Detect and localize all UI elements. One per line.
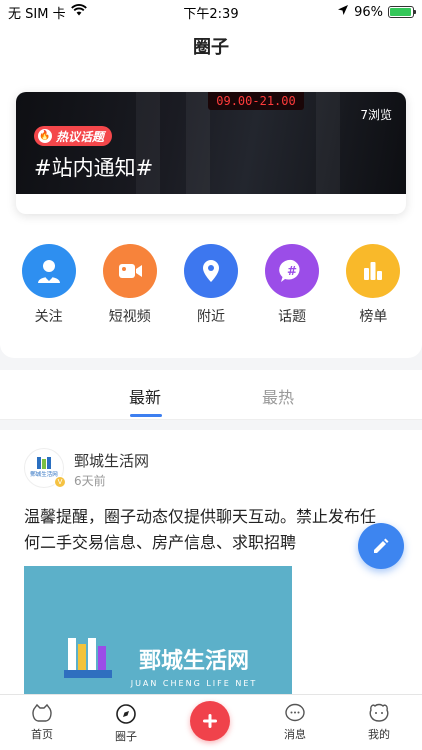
location-arrow-icon bbox=[337, 4, 349, 20]
quick-link-label: 附近 bbox=[196, 309, 225, 325]
quick-link-short-video[interactable]: 短视频 bbox=[98, 244, 162, 326]
post-time: 6天前 bbox=[74, 474, 106, 488]
bottom-nav: 首页 圈子 消息 我的 bbox=[0, 694, 422, 750]
quick-link-label: 短视频 bbox=[108, 309, 151, 325]
quick-link-topics[interactable]: # 话题 bbox=[260, 244, 324, 326]
battery-percent: 96% bbox=[354, 4, 383, 20]
post-image-subtitle: JUAN CHENG LIFE NET bbox=[130, 679, 258, 688]
nav-label: 消息 bbox=[284, 728, 306, 741]
nav-circle[interactable]: 圈子 bbox=[101, 703, 151, 744]
nav-label: 我的 bbox=[368, 728, 390, 741]
hot-topic-tag: 🔥 热议话题 bbox=[34, 126, 113, 146]
post-content: 温馨提醒，圈子动态仅提供聊天互动。禁止发布任何二手交易信息、房产信息、求职招聘 bbox=[24, 507, 377, 552]
tab-latest[interactable]: 最新 bbox=[129, 384, 161, 408]
home-face-icon bbox=[32, 703, 52, 722]
banner-topic: #站内通知# bbox=[34, 156, 154, 180]
post-image[interactable]: 鄄城生活网 JUAN CHENG LIFE NET bbox=[24, 566, 292, 694]
svg-text:#: # bbox=[287, 264, 297, 278]
quick-link-label: 榜单 bbox=[359, 309, 388, 325]
banner-image: 09.00-21.00 7浏览 🔥 热议话题 #站内通知# bbox=[16, 92, 406, 194]
banner-views: 7浏览 bbox=[360, 108, 392, 122]
tab-hot[interactable]: 最热 bbox=[262, 384, 294, 408]
verified-badge-icon: V bbox=[54, 476, 66, 488]
chat-bubble-icon bbox=[285, 703, 305, 722]
feed-tabs: 最新 最热 bbox=[0, 370, 422, 420]
quick-link-nearby[interactable]: 附近 bbox=[179, 244, 243, 326]
publish-button[interactable] bbox=[190, 701, 230, 741]
nav-home[interactable]: 首页 bbox=[17, 703, 67, 742]
post-author[interactable]: 鄄城生活网 bbox=[74, 450, 149, 471]
plus-icon bbox=[203, 714, 217, 728]
user-heart-icon bbox=[21, 244, 76, 298]
video-icon bbox=[102, 244, 157, 298]
avatar-logo-text: 鄄城生活网 bbox=[30, 470, 58, 478]
hot-topic-label: 热议话题 bbox=[56, 129, 105, 144]
post-image-title: 鄄城生活网 bbox=[139, 648, 249, 674]
location-pin-icon bbox=[183, 244, 238, 298]
compass-icon bbox=[116, 704, 136, 724]
pencil-icon bbox=[374, 538, 389, 553]
nav-messages[interactable]: 消息 bbox=[270, 703, 320, 742]
battery-icon bbox=[388, 6, 416, 18]
profile-face-icon bbox=[369, 703, 389, 722]
nav-label: 首页 bbox=[31, 728, 53, 741]
topic-banner[interactable]: 09.00-21.00 7浏览 🔥 热议话题 #站内通知# bbox=[16, 92, 406, 214]
hashtag-bubble-icon: # bbox=[265, 244, 320, 298]
bar-chart-icon bbox=[346, 244, 401, 298]
fire-icon: 🔥 bbox=[38, 129, 52, 143]
nav-label: 圈子 bbox=[115, 730, 137, 743]
wifi-icon bbox=[70, 4, 87, 20]
post-card[interactable]: 鄄城生活网 V 鄄城生活网 6天前 温馨提醒，圈子动态仅提供聊天互动。禁止发布任… bbox=[0, 430, 422, 694]
quick-link-follow[interactable]: 关注 bbox=[17, 244, 81, 326]
top-section: 09.00-21.00 7浏览 🔥 热议话题 #站内通知# 关注 短视频 附近 … bbox=[0, 68, 422, 358]
quick-link-label: 话题 bbox=[278, 309, 307, 325]
active-tab-indicator bbox=[130, 414, 162, 417]
nav-mine[interactable]: 我的 bbox=[354, 703, 404, 742]
status-bar: 无 SIM 卡 下午2:39 96% bbox=[0, 0, 422, 24]
compose-post-button[interactable] bbox=[358, 523, 404, 569]
quick-link-label: 关注 bbox=[34, 309, 63, 325]
page-title: 圈子 bbox=[0, 24, 422, 68]
quick-links: 关注 短视频 附近 # 话题 榜单 bbox=[0, 244, 422, 326]
carrier-label: 无 SIM 卡 bbox=[8, 6, 66, 22]
quick-link-rankings[interactable]: 榜单 bbox=[341, 244, 405, 326]
banner-sign-text: 09.00-21.00 bbox=[208, 92, 304, 110]
